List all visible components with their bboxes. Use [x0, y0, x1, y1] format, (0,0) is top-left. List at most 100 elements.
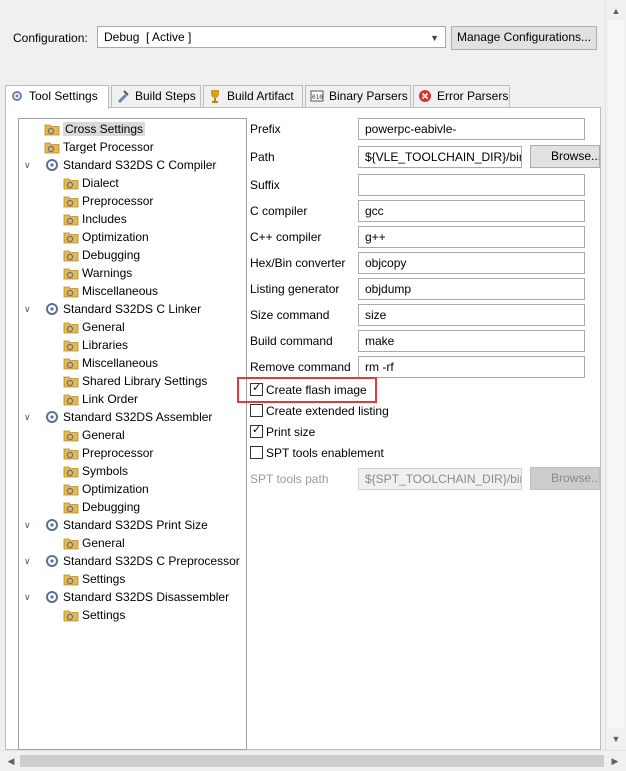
suffix-input[interactable] — [358, 174, 585, 196]
tree-item[interactable]: General — [63, 318, 125, 336]
size-command-input[interactable]: size — [358, 304, 585, 326]
tree-item[interactable]: General — [63, 426, 125, 444]
tree-item[interactable]: ∨ Standard S32DS Assembler — [24, 408, 212, 426]
tree-item[interactable]: ∨ Standard S32DS C Preprocessor — [24, 552, 240, 570]
tree-item[interactable]: Target Processor — [44, 138, 154, 156]
tree-item-label: Settings — [82, 572, 126, 586]
checkbox-box — [250, 404, 263, 417]
expand-chevron-icon[interactable]: ∨ — [24, 156, 36, 174]
tree-item-label: Target Processor — [63, 140, 154, 154]
tree-item-label: Link Order — [82, 392, 139, 406]
tree-item[interactable]: Preprocessor — [63, 444, 153, 462]
scroll-left-icon[interactable]: ◀ — [2, 751, 20, 771]
tree-item-label: General — [82, 320, 125, 334]
spt-browse-button: Browse... — [530, 467, 600, 490]
horizontal-scrollbar[interactable]: ◀ ▶ — [0, 750, 626, 771]
tree-item[interactable]: Miscellaneous — [63, 354, 158, 372]
tab-build-steps[interactable]: Build Steps — [111, 85, 201, 108]
tree-item-label: Standard S32DS Print Size — [63, 518, 208, 532]
create-extended-listing-checkbox[interactable]: Create extended listing — [250, 402, 389, 420]
listing-input[interactable]: objdump — [358, 278, 585, 300]
settings-folder-icon — [63, 356, 79, 370]
print-size-checkbox[interactable]: ✓ Print size — [250, 423, 315, 441]
build-artifact-icon — [211, 90, 219, 103]
settings-folder-icon — [63, 284, 79, 298]
tool-icon — [44, 158, 60, 172]
tree-item-label: Libraries — [82, 338, 129, 352]
tab-tool-settings[interactable]: Tool Settings — [5, 85, 109, 109]
tree-item[interactable]: Includes — [63, 210, 127, 228]
tree-item[interactable]: Preprocessor — [63, 192, 153, 210]
expand-chevron-icon[interactable]: ∨ — [24, 516, 36, 534]
tree-item[interactable]: Optimization — [63, 228, 149, 246]
tree-item-label: Warnings — [82, 266, 133, 280]
scrollbar-track[interactable] — [608, 20, 624, 728]
tree-item[interactable]: Symbols — [63, 462, 128, 480]
listing-label: Listing generator — [250, 282, 340, 296]
manage-configurations-button[interactable]: Manage Configurations... — [451, 26, 597, 50]
tree-item[interactable]: ∨ Standard S32DS C Compiler — [24, 156, 216, 174]
settings-folder-icon — [44, 140, 60, 154]
tab-label: Build Artifact — [227, 89, 294, 103]
tool-icon — [44, 410, 60, 424]
hexbin-input[interactable]: objcopy — [358, 252, 585, 274]
path-input[interactable]: ${VLE_TOOLCHAIN_DIR}/bin — [358, 146, 522, 168]
checkbox-label: Print size — [266, 425, 316, 439]
tree-item[interactable]: General — [63, 534, 125, 552]
tree-item-label: Optimization — [82, 230, 149, 244]
scroll-right-icon[interactable]: ▶ — [606, 751, 624, 771]
scroll-down-icon[interactable]: ▼ — [606, 730, 626, 748]
tab-label: Tool Settings — [29, 89, 98, 103]
tree-item[interactable]: ∨ Standard S32DS Disassembler — [24, 588, 230, 606]
tree-item[interactable]: Debugging — [63, 498, 140, 516]
error-parsers-icon — [419, 90, 431, 102]
expand-chevron-icon[interactable]: ∨ — [24, 300, 36, 318]
scrollbar-thumb[interactable] — [20, 755, 604, 767]
tree-item-label: Shared Library Settings — [82, 374, 208, 388]
vertical-scrollbar[interactable]: ▲ ▼ — [605, 0, 626, 750]
settings-folder-icon — [63, 248, 79, 262]
tree-item[interactable]: Settings — [63, 570, 125, 588]
expand-chevron-icon[interactable]: ∨ — [24, 408, 36, 426]
build-command-input[interactable]: make — [358, 330, 585, 352]
spt-tools-enablement-checkbox[interactable]: SPT tools enablement — [250, 444, 384, 462]
tree-item-label: General — [82, 536, 125, 550]
settings-folder-icon — [63, 500, 79, 514]
tool-icon — [44, 590, 60, 604]
remove-command-input[interactable]: rm -rf — [358, 356, 585, 378]
tree-item[interactable]: Warnings — [63, 264, 132, 282]
tree-item[interactable]: Cross Settings — [44, 120, 146, 138]
scroll-up-icon[interactable]: ▲ — [606, 2, 626, 20]
configuration-select[interactable]: Debug [ Active ] ▼ — [97, 26, 446, 48]
tree-item[interactable]: Libraries — [63, 336, 128, 354]
tree-item-label: Dialect — [82, 176, 119, 190]
tree-item[interactable]: Settings — [63, 606, 125, 624]
build-steps-icon — [118, 90, 129, 103]
tab-error-parsers[interactable]: Error Parsers — [413, 85, 510, 108]
checkbox-label: SPT tools enablement — [266, 446, 384, 460]
tree-item-label: Standard S32DS Disassembler — [63, 590, 230, 604]
expand-chevron-icon[interactable]: ∨ — [24, 588, 36, 606]
tree-item[interactable]: ∨ Standard S32DS C Linker — [24, 300, 201, 318]
tree-item[interactable]: Link Order — [63, 390, 138, 408]
tool-settings-icon — [12, 91, 22, 101]
settings-folder-icon — [63, 338, 79, 352]
tree-item-label: Miscellaneous — [82, 356, 159, 370]
tab-build-artifact[interactable]: Build Artifact — [203, 85, 303, 108]
cpp-compiler-input[interactable]: g++ — [358, 226, 585, 248]
tree-item[interactable]: Optimization — [63, 480, 149, 498]
tree-item[interactable]: ∨ Standard S32DS Print Size — [24, 516, 208, 534]
c-compiler-input[interactable]: gcc — [358, 200, 585, 222]
tree-item-label: General — [82, 428, 125, 442]
tab-binary-parsers[interactable]: 010 Binary Parsers — [305, 85, 411, 108]
tree-item[interactable]: Debugging — [63, 246, 140, 264]
tree-item[interactable]: Shared Library Settings — [63, 372, 207, 390]
prefix-input[interactable]: powerpc-eabivle- — [358, 118, 585, 140]
tree-item[interactable]: Dialect — [63, 174, 119, 192]
path-browse-button[interactable]: Browse... — [530, 145, 600, 168]
tool-icon — [44, 302, 60, 316]
settings-folder-icon — [63, 536, 79, 550]
settings-tree — [18, 118, 247, 750]
tree-item[interactable]: Miscellaneous — [63, 282, 158, 300]
expand-chevron-icon[interactable]: ∨ — [24, 552, 36, 570]
